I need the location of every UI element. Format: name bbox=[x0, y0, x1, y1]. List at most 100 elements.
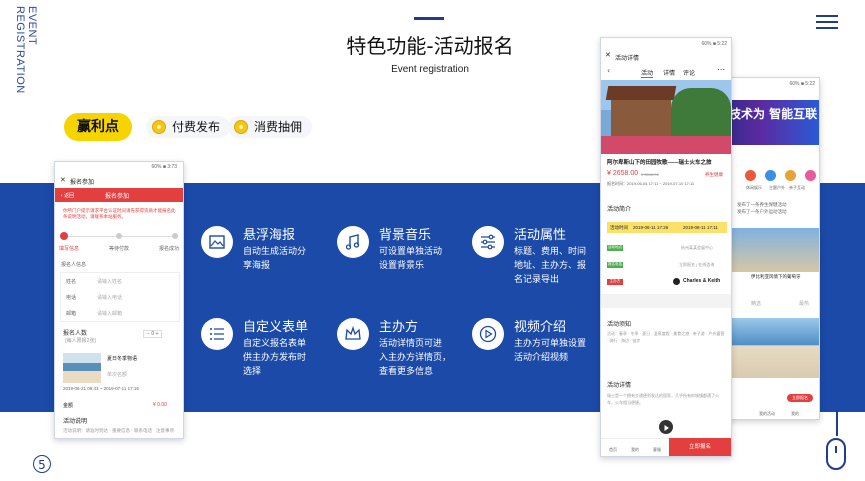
page-title: 特色功能-活动报名 bbox=[346, 34, 514, 58]
detail-text: 瑞士是一个拥有交通便利发达的国家，几乎所有的城镇都通了火车，火车相当便捷。 bbox=[607, 393, 719, 405]
organizer-tag: 主办方 bbox=[607, 279, 623, 285]
amount-label: 金额 bbox=[63, 403, 74, 409]
play-button[interactable] bbox=[659, 420, 673, 434]
contact-text[interactable]: 立即报名 | 在线咨询 bbox=[679, 262, 714, 268]
feature-desc: 自动生成活动分 享海报 bbox=[243, 247, 307, 271]
status-bar: 60% ■ 5:22 bbox=[701, 41, 727, 47]
address-text[interactable]: 杭州某某会展中心 bbox=[681, 245, 713, 251]
contact-tag: 报名电话 bbox=[607, 262, 623, 268]
feature-title: 活动属性 bbox=[514, 228, 567, 243]
step-label: 报名成功 bbox=[159, 246, 180, 252]
crown-icon bbox=[337, 318, 369, 350]
event-name: 夏日冬季物语 bbox=[107, 356, 138, 362]
quantity-stepper[interactable]: − 0 + bbox=[143, 330, 163, 338]
back-icon[interactable]: ‹ bbox=[607, 66, 610, 75]
status-bar: 60% ■ 5:22 bbox=[789, 81, 815, 87]
feature-title: 主办方 bbox=[379, 320, 419, 335]
category-label: 休闲娱乐 bbox=[746, 185, 762, 190]
notice-label: 活动须知 bbox=[607, 322, 632, 328]
feature-title: 自定义表单 bbox=[243, 320, 309, 335]
close-icon[interactable]: ✕ bbox=[60, 176, 66, 184]
category-icon[interactable] bbox=[785, 170, 796, 181]
step-dot-active bbox=[60, 232, 68, 240]
profit-badge: 赢利点 bbox=[64, 113, 132, 141]
sliders-icon bbox=[472, 226, 504, 258]
amount-value: ¥ 0.00 bbox=[153, 402, 167, 408]
event-title: 阿尔卑斯山下的田园牧歌——瑞士火车之旅 bbox=[607, 160, 712, 166]
section-tab[interactable]: 精选 bbox=[751, 300, 761, 307]
bottom-nav-home[interactable]: 首页 bbox=[609, 447, 617, 453]
category-icon[interactable] bbox=[805, 170, 816, 181]
phone-registration-form: 60% ■ 3:73 ✕ 报名参加 ‹ 返回 报名参加 你所门户提示请求平台认证… bbox=[54, 161, 184, 439]
bottom-nav-item[interactable]: 我的 bbox=[791, 411, 799, 417]
form-fields: 姓名 请输入姓名 电话 请输入电话 邮箱 请输入邮箱 bbox=[60, 272, 180, 322]
category-tag: 养生健康 bbox=[705, 172, 723, 177]
nav-title: 活动详情 bbox=[615, 56, 640, 62]
divider-band bbox=[601, 294, 731, 308]
hero-image bbox=[601, 80, 731, 154]
news-item[interactable]: 发布了一条养生保健活动 bbox=[737, 202, 787, 208]
hamburger-menu-icon[interactable] bbox=[816, 15, 838, 33]
header-title: 报名参加 bbox=[105, 194, 130, 200]
coin-icon bbox=[152, 120, 166, 134]
coin-icon bbox=[234, 120, 248, 134]
section-tab[interactable]: 最热 bbox=[799, 300, 809, 307]
activity-time-bar: 活动时间 2019-06-11 17:26 2019-08-11 17:11 bbox=[607, 222, 727, 233]
side-vertical-label: EVENT REGISTRATION bbox=[14, 6, 38, 94]
event-thumbnail bbox=[63, 353, 101, 383]
feature-desc: 自定义报名表单 供主办方发布时 选择 bbox=[243, 339, 307, 377]
step-label: 填写信息 bbox=[59, 246, 80, 252]
count-label: 报名人数 bbox=[63, 331, 88, 337]
tab-activity[interactable]: 活动 bbox=[641, 68, 654, 78]
more-icon[interactable]: ⋯ bbox=[717, 65, 725, 74]
tab-comments[interactable]: 评论 bbox=[683, 68, 695, 77]
feature-desc: 主办方可单独设置 活动介绍视频 bbox=[514, 339, 587, 363]
title-accent-bar bbox=[414, 17, 444, 20]
field-label: 姓名 bbox=[66, 279, 77, 285]
category-label: 亲子互动 bbox=[789, 185, 805, 190]
notice-text: 活动：春季 · 冬季 · 夏日 · 温泉度假 · 美食之旅 · 亲子游 · 户外… bbox=[607, 331, 725, 343]
feature-desc: 活动详情页可进 入主办方详情页， 查看更多信息 bbox=[379, 339, 452, 377]
event-sub: 单次名额 bbox=[107, 372, 128, 378]
mouse-scroll-icon bbox=[826, 438, 846, 470]
organizer-name[interactable]: Charles & Keith bbox=[683, 278, 720, 284]
register-now-button[interactable]: 立即报名 bbox=[669, 438, 731, 456]
email-input[interactable]: 请输入邮箱 bbox=[97, 310, 122, 317]
feature-desc: 可设置单独活动 设置背景乐 bbox=[379, 247, 443, 271]
news-item[interactable]: 发布了一条户外运动活动 bbox=[737, 209, 787, 215]
status-bar: 60% ■ 3:73 bbox=[151, 164, 177, 170]
field-label: 邮箱 bbox=[66, 311, 77, 317]
description-text: 活动说明：请准时到达 · 重要信息 · 联系电话 · 注意事项 bbox=[63, 428, 174, 433]
category-icon[interactable] bbox=[765, 170, 776, 181]
description-label: 活动说明 bbox=[63, 419, 88, 425]
phone-activity-detail: 60% ■ 5:22 ✕ 活动详情 ‹ 活动 详情 评论 ⋯ 阿尔卑斯山下的田园… bbox=[600, 37, 732, 457]
event-time: 2019-06-21 09:43 ~ 2019-07-11 17:16 bbox=[63, 386, 139, 391]
old-price: ¥ 3868.00 bbox=[641, 172, 659, 177]
category-label: 主题户外 bbox=[769, 185, 785, 190]
bottom-nav-service[interactable]: 客服 bbox=[653, 447, 661, 453]
image-icon bbox=[201, 226, 233, 258]
page-number: 5 bbox=[33, 455, 51, 473]
feature-title: 背景音乐 bbox=[379, 228, 432, 243]
benefit-pill-commission: 消费抽佣 bbox=[228, 116, 313, 138]
feature-title: 悬浮海报 bbox=[243, 228, 296, 243]
category-icon[interactable] bbox=[745, 170, 756, 181]
name-input[interactable]: 请输入姓名 bbox=[97, 278, 122, 285]
notice-text: 你所门户提示请求平台认证时间请先获得资质才能报名此条说明活动，请联系本站服务。 bbox=[63, 208, 176, 219]
feature-desc: 标题、费用、时间 地址、主办方、报 名记录导出 bbox=[514, 247, 587, 285]
tab-details[interactable]: 详情 bbox=[663, 68, 675, 77]
bottom-nav-mine[interactable]: 我的 bbox=[631, 447, 639, 453]
registration-time: 报名时间：2019-06-04 17:11 ~ 2019-07-10 17:11 bbox=[607, 181, 695, 186]
back-button[interactable]: ‹ 返回 bbox=[61, 192, 74, 199]
play-icon bbox=[472, 318, 504, 350]
phone-input[interactable]: 请输入电话 bbox=[97, 294, 122, 301]
close-icon[interactable]: ✕ bbox=[605, 51, 611, 59]
bottom-nav-item[interactable]: 我的活动 bbox=[759, 411, 775, 417]
detail-label: 活动详情 bbox=[607, 383, 632, 389]
section-label: 报名人信息 bbox=[61, 262, 87, 268]
count-sub: (每人限报2张) bbox=[65, 338, 97, 344]
step-label: 等待付款 bbox=[109, 246, 130, 252]
beach-image bbox=[731, 318, 819, 378]
address-tag: 活动地点 bbox=[607, 245, 623, 251]
register-button[interactable]: 立即报名 bbox=[787, 394, 813, 402]
